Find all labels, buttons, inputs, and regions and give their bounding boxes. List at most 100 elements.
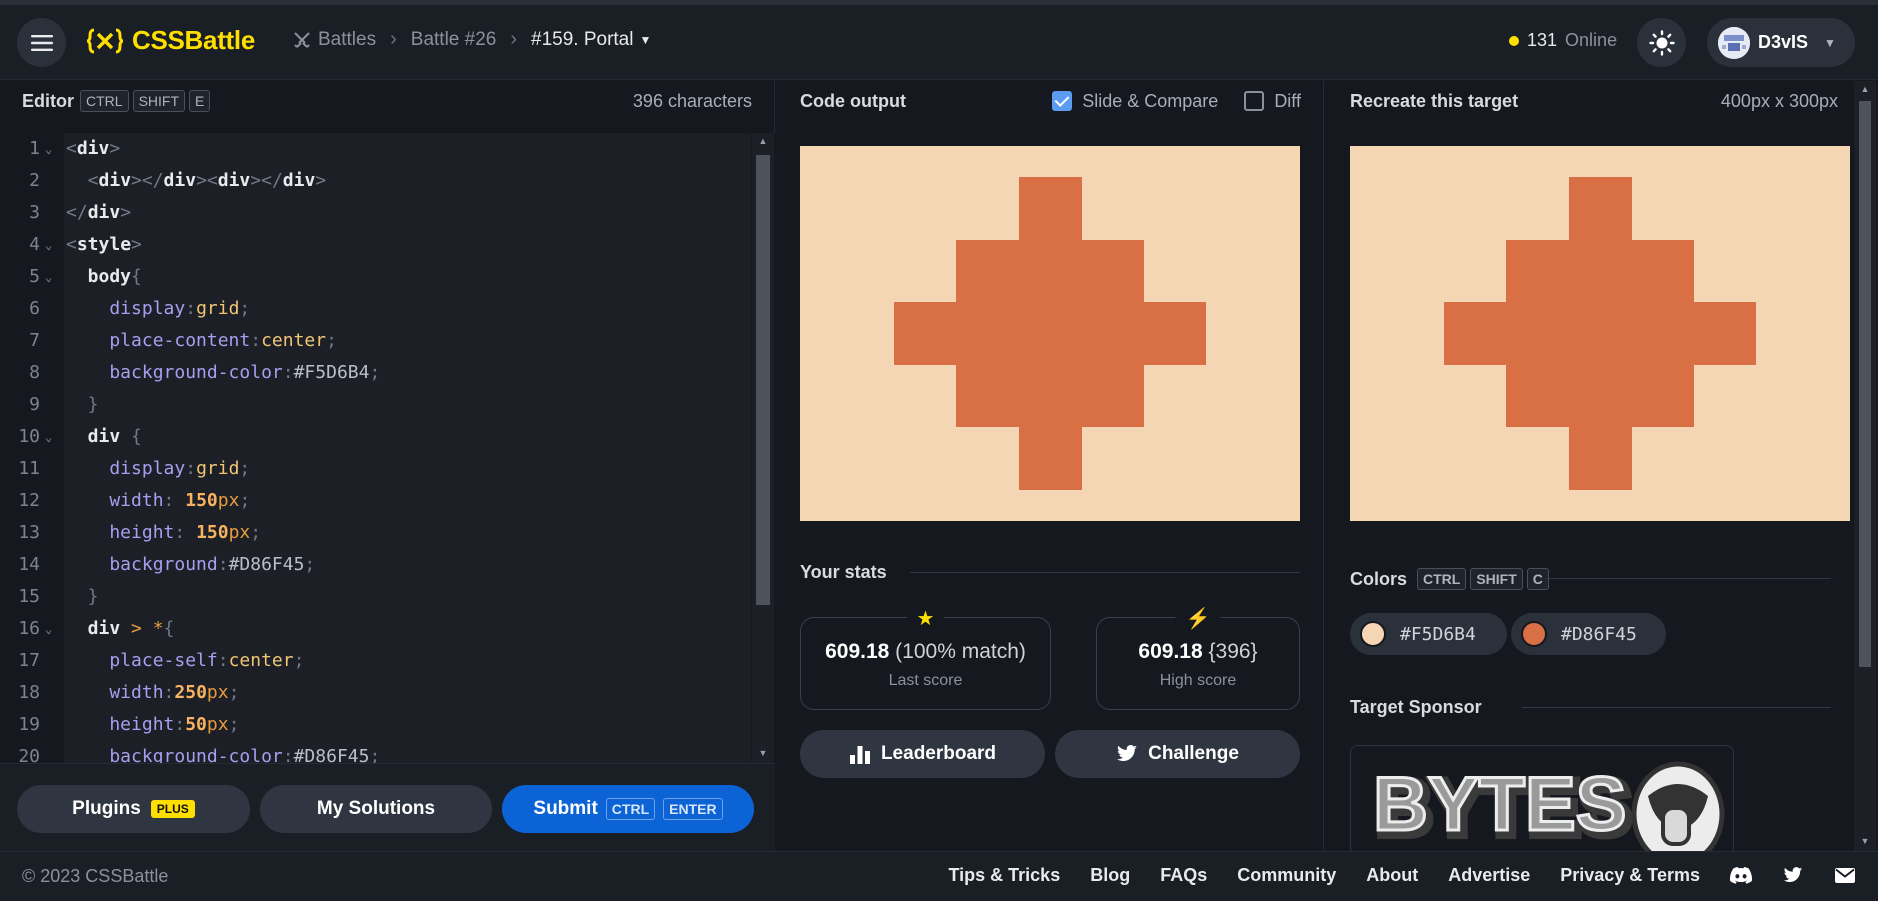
code-line[interactable]: 18 width:250px;	[0, 677, 750, 709]
challenge-label: Challenge	[1148, 743, 1239, 764]
my-solutions-button[interactable]: My Solutions	[260, 785, 492, 833]
discord-icon[interactable]	[1730, 864, 1752, 886]
code-line[interactable]: 5 ⌄ body{	[0, 261, 750, 293]
code-token: center	[261, 330, 327, 351]
logo-text: CSSBattle	[132, 25, 255, 55]
line-number: 17	[18, 650, 40, 671]
plugins-button[interactable]: Plugins PLUS	[17, 785, 250, 833]
fold-chevron-icon[interactable]: ⌄	[45, 613, 52, 645]
code-line[interactable]: 12 width: 150px;	[0, 485, 750, 517]
fold-chevron-icon[interactable]: ⌄	[45, 421, 52, 453]
code-line[interactable]: 16 ⌄ div > *{	[0, 613, 750, 645]
footer-link-privacy[interactable]: Privacy & Terms	[1560, 865, 1700, 886]
code-text: width:250px;	[66, 677, 239, 709]
code-output-canvas[interactable]	[800, 146, 1300, 521]
logo[interactable]: CSSBattle	[86, 25, 255, 56]
code-line[interactable]: 7 place-content:center;	[0, 325, 750, 357]
code-line[interactable]: 10 ⌄ div {	[0, 421, 750, 453]
code-token: place-content	[66, 330, 251, 351]
scroll-down-icon[interactable]: ▼	[1859, 836, 1871, 848]
footer-link-faqs[interactable]: FAQs	[1160, 865, 1207, 886]
code-text: <div>	[66, 133, 120, 165]
output-header: Code output Slide & Compare Diff	[776, 81, 1323, 121]
sponsor-title: Target Sponsor	[1350, 697, 1482, 717]
editor-scrollbar[interactable]: ▲ ▼	[752, 133, 774, 763]
target-image[interactable]	[1350, 146, 1850, 521]
code-token: div	[76, 138, 110, 159]
breadcrumb-target[interactable]: #159. Portal ▼	[531, 29, 651, 51]
footer-link-blog[interactable]: Blog	[1090, 865, 1130, 886]
fold-chevron-icon[interactable]: ⌄	[45, 133, 52, 165]
page-scrollbar[interactable]: ▲ ▼	[1854, 81, 1876, 851]
sponsor-banner[interactable]: BYTES BYTES	[1350, 745, 1734, 855]
code-token: div	[217, 170, 251, 191]
code-line[interactable]: 3 </div>	[0, 197, 750, 229]
color-chip-orange[interactable]: #D86F45	[1511, 613, 1666, 655]
line-number: 14	[18, 554, 40, 575]
bytes-logo: BYTES BYTES	[1372, 761, 1725, 854]
code-line[interactable]: 11 display:grid;	[0, 453, 750, 485]
submit-button[interactable]: Submit CTRL ENTER	[502, 785, 754, 833]
code-text: <style>	[66, 229, 142, 261]
online-dot-icon	[1509, 35, 1519, 46]
checkbox-unchecked-icon	[1244, 91, 1265, 111]
fold-chevron-icon[interactable]: ⌄	[45, 229, 52, 261]
footer-link-tips[interactable]: Tips & Tricks	[948, 865, 1060, 886]
code-token: }	[66, 586, 99, 607]
line-number: 15	[18, 586, 40, 607]
code-line[interactable]: 15 }	[0, 581, 750, 613]
color-chip-light[interactable]: #F5D6B4	[1350, 613, 1507, 655]
scroll-down-icon[interactable]: ▼	[757, 748, 769, 760]
scroll-up-icon[interactable]: ▲	[1859, 84, 1871, 96]
user-menu-button[interactable]: D3vIS ▼	[1707, 18, 1855, 67]
code-token: ;	[326, 330, 337, 351]
code-token: width	[66, 682, 164, 703]
color-swatch	[1360, 621, 1386, 647]
code-line[interactable]: 17 place-self:center;	[0, 645, 750, 677]
breadcrumb-battles[interactable]: Battles	[292, 29, 376, 51]
code-token: px	[228, 522, 251, 543]
code-editor[interactable]: ▲ ▼ 1 ⌄ <div> 2 <div></div><div></div> 3 </di…	[0, 133, 775, 763]
code-token: style	[76, 234, 132, 255]
code-token: > *	[131, 618, 164, 639]
fold-chevron-icon[interactable]: ⌄	[45, 261, 52, 293]
code-line[interactable]: 1 ⌄ <div>	[0, 133, 750, 165]
scroll-thumb[interactable]	[1859, 101, 1871, 667]
line-number: 9	[29, 394, 40, 415]
leaderboard-button[interactable]: Leaderboard	[800, 730, 1045, 778]
diff-toggle[interactable]: Diff	[1244, 91, 1301, 112]
code-token: div	[163, 170, 197, 191]
code-token: px	[206, 714, 229, 735]
menu-button[interactable]	[17, 18, 66, 67]
twitter-icon[interactable]	[1782, 864, 1804, 886]
code-line[interactable]: 13 height: 150px;	[0, 517, 750, 549]
code-text: height: 150px;	[66, 517, 261, 549]
code-line[interactable]: 6 display:grid;	[0, 293, 750, 325]
code-line[interactable]: 4 ⌄ <style>	[0, 229, 750, 261]
submit-label: Submit	[533, 798, 598, 819]
footer-link-community[interactable]: Community	[1237, 865, 1336, 886]
breadcrumb-battle[interactable]: Battle #26	[411, 29, 497, 51]
scroll-thumb[interactable]	[756, 155, 770, 605]
code-text: <div></div><div></div>	[66, 165, 326, 197]
code-text: div {	[66, 421, 142, 453]
scroll-up-icon[interactable]: ▲	[757, 136, 769, 148]
mail-icon[interactable]	[1834, 864, 1856, 886]
slide-compare-toggle[interactable]: Slide & Compare	[1052, 91, 1218, 112]
footer-link-about[interactable]: About	[1366, 865, 1418, 886]
code-line[interactable]: 8 background-color:#F5D6B4;	[0, 357, 750, 389]
caret-down-icon: ▼	[639, 32, 652, 47]
code-line[interactable]: 2 <div></div><div></div>	[0, 165, 750, 197]
breadcrumb-target-label: #159. Portal	[531, 28, 634, 50]
code-line[interactable]: 14 background:#D86F45;	[0, 549, 750, 581]
code-line[interactable]: 9 }	[0, 389, 750, 421]
code-token: ></	[131, 170, 164, 191]
breadcrumb-battles-label: Battles	[318, 28, 377, 50]
code-line[interactable]: 19 height:50px;	[0, 709, 750, 741]
code-line[interactable]: 20 background-color:#D86F45;	[0, 741, 750, 763]
code-token: ;	[369, 746, 381, 763]
footer-link-advertise[interactable]: Advertise	[1448, 865, 1530, 886]
theme-toggle-button[interactable]	[1637, 18, 1686, 67]
challenge-button[interactable]: Challenge	[1055, 730, 1300, 778]
line-number: 8	[29, 362, 40, 383]
